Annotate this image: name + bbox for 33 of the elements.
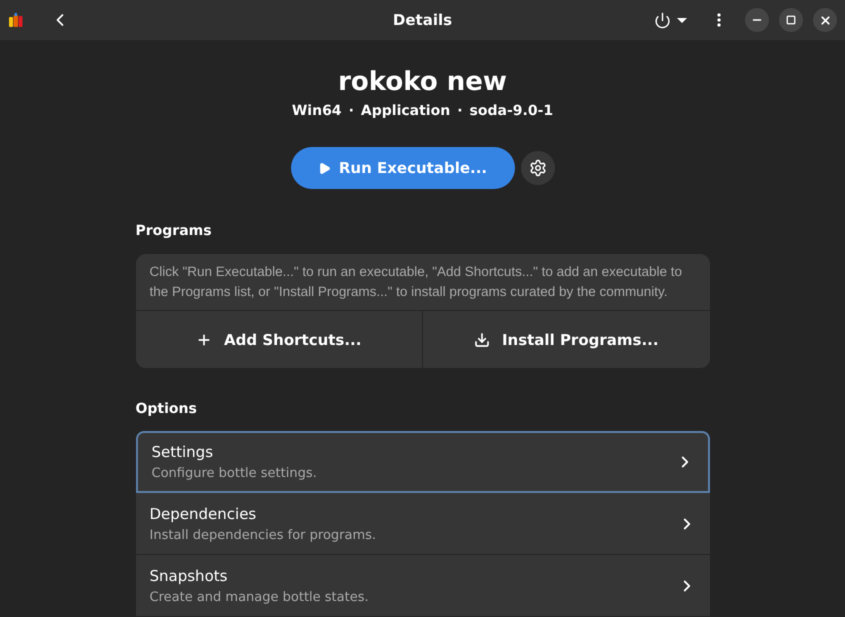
menu-icon [717,13,721,27]
option-row[interactable]: Settings Configure bottle settings. [136,431,710,493]
maximize-button[interactable] [779,8,803,32]
bottle-app-icon[interactable] [8,12,24,28]
bottle-meta: soda-9.0-1 [470,103,554,119]
bottle-meta: Win64 [292,103,342,119]
plus-icon [196,332,212,348]
option-row[interactable]: Snapshots Create and manage bottle states. [136,555,710,617]
option-subtitle: Configure bottle settings. [152,466,318,481]
section-heading: Programs [136,223,213,239]
power-icon [654,12,671,28]
separator-dot: · [457,103,463,119]
close-button[interactable] [813,8,837,32]
section-heading: Options [136,401,198,417]
maximize-icon [786,15,796,25]
settings-button[interactable] [520,151,554,185]
option-title: Dependencies [150,504,258,522]
bottle-name: rokoko new [338,67,507,97]
bottle-meta: Application [360,103,450,119]
minimize-button[interactable] [745,8,769,32]
gear-icon [528,159,546,177]
separator-dot: · [348,103,354,119]
close-icon [818,14,832,26]
option-subtitle: Create and manage bottle states. [150,590,370,604]
play-icon [318,162,331,174]
window-title: Details [392,11,452,29]
option-subtitle: Install dependencies for programs. [150,528,378,542]
option-title: Snapshots [150,566,228,584]
option-row[interactable]: Dependencies Install dependencies for programs. [136,493,710,555]
install-programs-button[interactable]: Install Programs... [422,311,710,368]
download-icon [474,332,490,348]
run-executable-button[interactable]: Run Executable... [290,147,514,189]
option-title: Settings [152,443,214,461]
